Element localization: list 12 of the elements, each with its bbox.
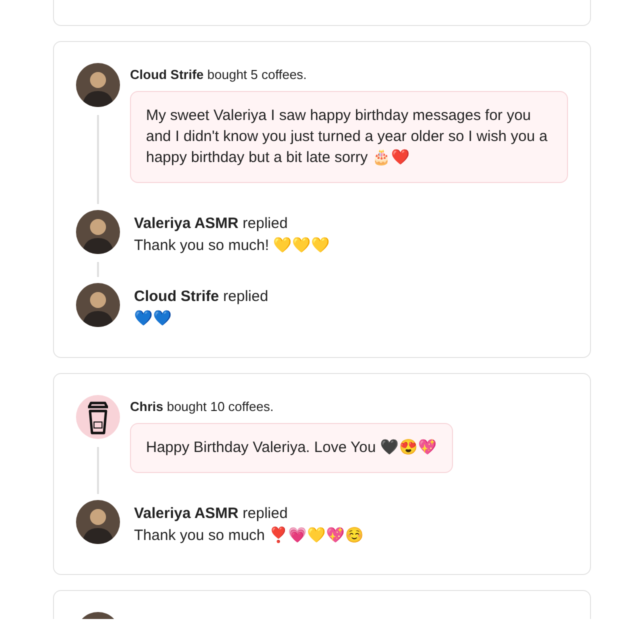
user-avatar xyxy=(76,63,120,107)
user-avatar xyxy=(76,283,120,327)
reply-header: Valeriya ASMR replied xyxy=(134,215,289,232)
reply-text: 💙💙 xyxy=(134,309,173,329)
user-avatar xyxy=(76,210,120,254)
reply-header: Valeriya ASMR replied xyxy=(134,505,289,522)
reply-text: Thank you so much! 💛💛💛 xyxy=(134,236,332,256)
reply-text: Thank you so much ❣💗💛💖☺ xyxy=(134,526,366,546)
message-bubble: My sweet Valeriya I saw happy birthday messages for you and I didn't know you just turned a year older so I wish you a happy birthday but a bit late sorry 🎂❤ xyxy=(130,91,568,183)
reply-header: Cloud Strife replied xyxy=(134,288,270,305)
supporter-header: Chris bought 10 coffees. xyxy=(130,399,275,414)
supporter-header: Cloud Strife bought 5 coffees. xyxy=(130,67,308,82)
